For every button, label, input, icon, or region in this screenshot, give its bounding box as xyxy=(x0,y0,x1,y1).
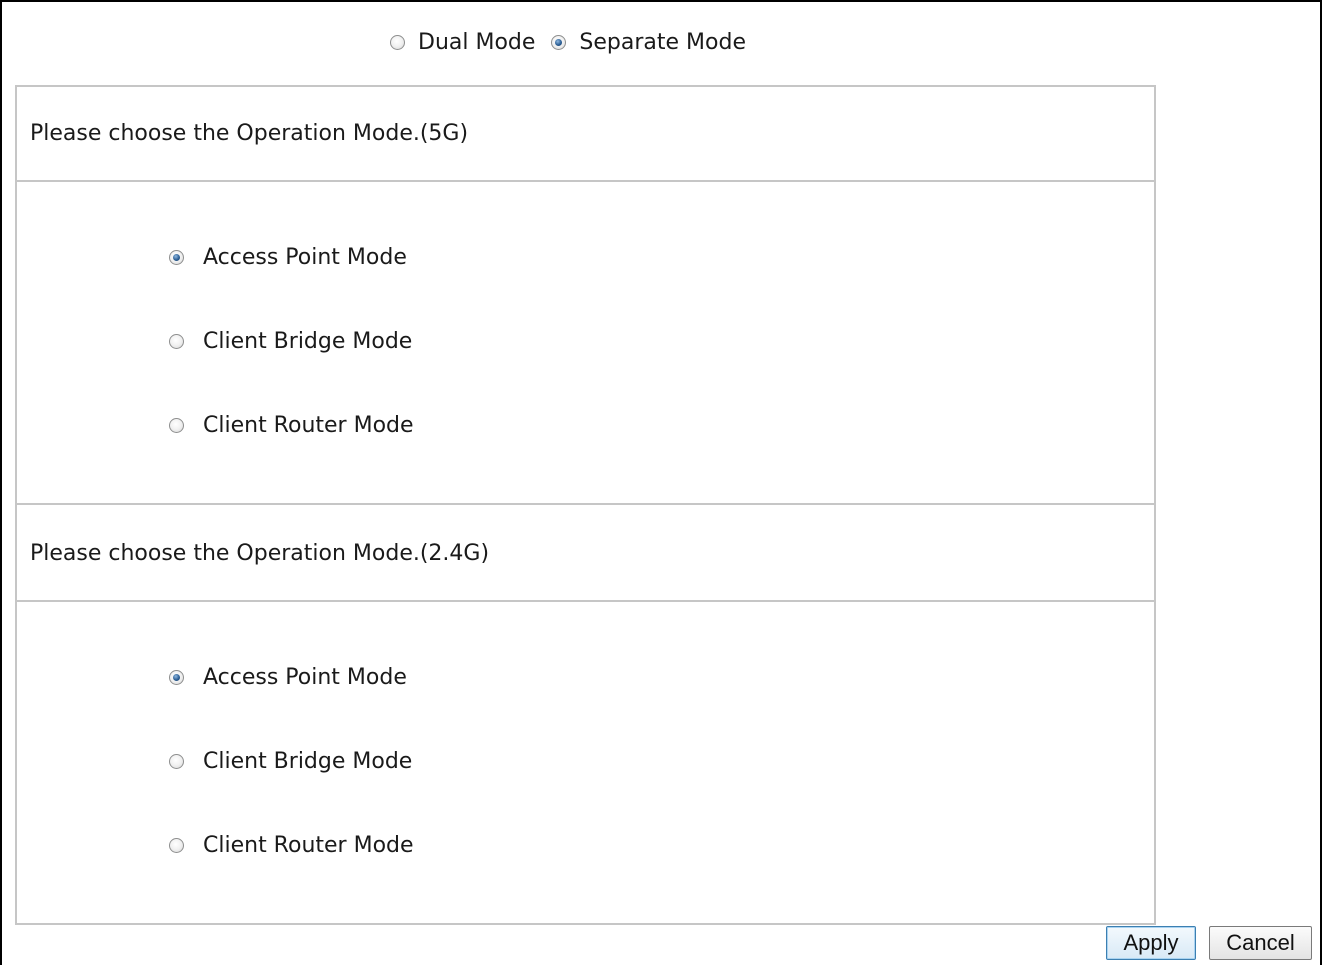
separate-mode-radio[interactable] xyxy=(551,34,567,50)
client-bridge-label-5g[interactable]: Client Bridge Mode xyxy=(203,329,412,354)
client-router-radio-2-4g[interactable] xyxy=(169,837,184,853)
access-point-label-2-4g[interactable]: Access Point Mode xyxy=(203,665,407,690)
option-2-4g-client-bridge[interactable]: Client Bridge Mode xyxy=(169,746,412,776)
option-5g-access-point[interactable]: Access Point Mode xyxy=(169,242,407,272)
client-bridge-radio-2-4g[interactable] xyxy=(169,753,184,769)
access-point-radio-5g[interactable] xyxy=(169,249,184,265)
wireless-mode-selector: Dual Mode Separate Mode xyxy=(390,27,762,57)
client-router-label-2-4g[interactable]: Client Router Mode xyxy=(203,833,414,858)
option-2-4g-access-point[interactable]: Access Point Mode xyxy=(169,662,407,692)
access-point-radio-2-4g[interactable] xyxy=(169,669,184,685)
client-router-radio-5g[interactable] xyxy=(169,417,184,433)
dual-mode-radio[interactable] xyxy=(390,34,405,50)
section-heading-5g: Please choose the Operation Mode.(5G) xyxy=(30,121,469,146)
section-header-5g: Please choose the Operation Mode.(5G) xyxy=(17,87,1154,182)
action-buttons: Apply Cancel xyxy=(1106,926,1312,960)
section-options-2-4g: Access Point Mode Client Bridge Mode Cli… xyxy=(17,602,1154,923)
client-bridge-radio-5g[interactable] xyxy=(169,333,184,349)
section-options-5g: Access Point Mode Client Bridge Mode Cli… xyxy=(17,182,1154,505)
cancel-button[interactable]: Cancel xyxy=(1209,926,1312,960)
section-heading-2-4g: Please choose the Operation Mode.(2.4G) xyxy=(30,541,490,566)
operation-mode-panel: Please choose the Operation Mode.(5G) Ac… xyxy=(15,85,1156,925)
option-2-4g-client-router[interactable]: Client Router Mode xyxy=(169,830,414,860)
option-5g-client-bridge[interactable]: Client Bridge Mode xyxy=(169,326,412,356)
apply-button[interactable]: Apply xyxy=(1106,926,1196,960)
access-point-label-5g[interactable]: Access Point Mode xyxy=(203,245,407,270)
client-bridge-label-2-4g[interactable]: Client Bridge Mode xyxy=(203,749,412,774)
option-5g-client-router[interactable]: Client Router Mode xyxy=(169,410,414,440)
client-router-label-5g[interactable]: Client Router Mode xyxy=(203,413,414,438)
section-header-2-4g: Please choose the Operation Mode.(2.4G) xyxy=(17,507,1154,602)
separate-mode-label[interactable]: Separate Mode xyxy=(579,30,746,55)
dual-mode-label[interactable]: Dual Mode xyxy=(418,30,535,55)
